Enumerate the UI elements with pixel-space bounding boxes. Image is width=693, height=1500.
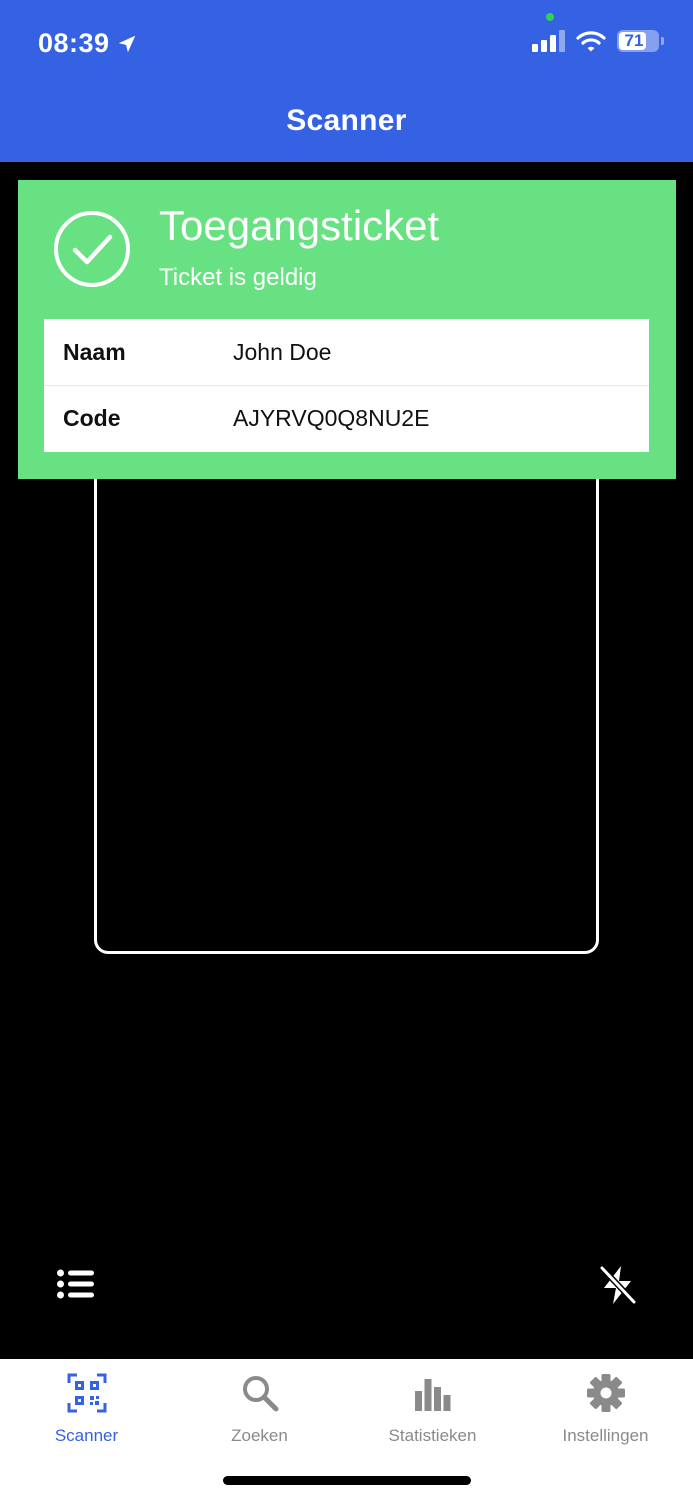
gear-icon xyxy=(586,1374,625,1412)
tab-statistieken[interactable]: Statistieken xyxy=(346,1359,519,1459)
ticket-details: Naam John Doe Code AJYRVQ0Q8NU2E xyxy=(44,319,649,452)
battery-level: 71 xyxy=(624,31,644,50)
flash-off-icon[interactable] xyxy=(598,1264,638,1306)
status-icons: 71 xyxy=(532,30,664,52)
detail-value: John Doe xyxy=(233,338,332,365)
qr-code-icon xyxy=(67,1373,106,1413)
tab-instellingen[interactable]: Instellingen xyxy=(519,1359,692,1459)
detail-label: Naam xyxy=(63,338,126,365)
bar-chart-icon xyxy=(414,1379,450,1411)
tab-zoeken[interactable]: Zoeken xyxy=(173,1359,346,1459)
tab-label: Zoeken xyxy=(231,1426,288,1445)
clock-text: 08:39 xyxy=(38,28,110,58)
detail-row-name: Naam John Doe xyxy=(44,319,649,385)
search-icon xyxy=(242,1376,278,1412)
check-circle-icon xyxy=(54,211,130,287)
ticket-status: Ticket is geldig xyxy=(159,264,317,291)
detail-value: AJYRVQ0Q8NU2E xyxy=(233,405,430,431)
status-time: 08:39 xyxy=(38,28,138,59)
wifi-icon xyxy=(576,31,606,52)
location-arrow-icon xyxy=(118,35,135,52)
top-bar: 08:39 71 Scanner xyxy=(0,0,693,162)
tab-label: Statistieken xyxy=(388,1426,477,1445)
tab-label: Instellingen xyxy=(562,1426,649,1445)
detail-label: Code xyxy=(63,405,121,431)
tab-scanner[interactable]: Scanner xyxy=(0,1359,173,1459)
scan-result-card[interactable]: Toegangsticket Ticket is geldig Naam Joh… xyxy=(18,180,676,479)
tab-label: Scanner xyxy=(54,1426,119,1445)
battery-icon: 71 xyxy=(617,30,664,52)
ticket-type: Toegangsticket xyxy=(159,202,440,249)
home-indicator xyxy=(223,1476,471,1485)
scan-history-list-icon[interactable] xyxy=(56,1268,96,1300)
cellular-signal-icon xyxy=(532,30,565,52)
privacy-indicator-dot xyxy=(546,13,554,21)
page-title: Scanner xyxy=(286,104,407,137)
detail-row-code: Code AJYRVQ0Q8NU2E xyxy=(44,385,649,451)
scanner-viewfinder xyxy=(94,440,599,954)
